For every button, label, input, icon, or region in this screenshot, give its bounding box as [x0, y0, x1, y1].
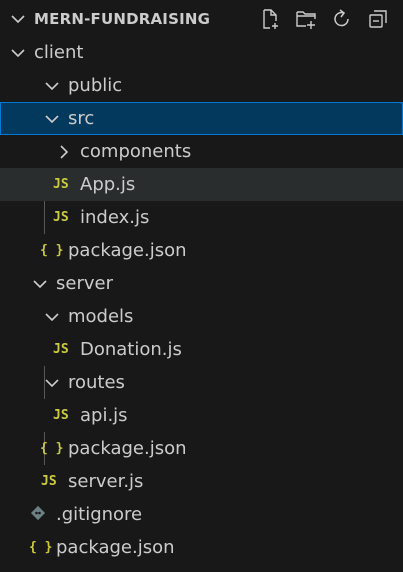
new-folder-icon[interactable] — [294, 7, 318, 31]
tree-folder-src[interactable]: src — [0, 102, 403, 135]
explorer-header[interactable]: MERN-FUNDRAISING — [0, 0, 403, 38]
tree-item-label: Donation.js — [80, 339, 182, 360]
tree-item-label: index.js — [80, 207, 150, 228]
tree-item-label: package.json — [56, 537, 175, 558]
javascript-file-icon: JS — [53, 342, 69, 357]
tree-item-label: package.json — [68, 438, 187, 459]
chevron-down-icon — [42, 76, 62, 96]
tree-file-root-package-json[interactable]: { } package.json — [0, 531, 403, 564]
tree-item-label: components — [80, 141, 192, 162]
tree-folder-public[interactable]: public — [0, 69, 403, 102]
tree-item-label: .gitignore — [56, 504, 143, 525]
javascript-file-icon: JS — [53, 408, 69, 423]
javascript-file-icon: JS — [41, 474, 57, 489]
tree-file-server-package-json[interactable]: { } package.json — [0, 432, 403, 465]
explorer-panel: MERN-FUNDRAISING client public src compo… — [0, 0, 403, 572]
tree-item-label: src — [68, 108, 95, 129]
javascript-file-icon: JS — [53, 210, 69, 225]
tree-file-index-js[interactable]: JS index.js — [0, 201, 403, 234]
chevron-down-icon — [8, 43, 28, 63]
tree-item-label: api.js — [80, 405, 128, 426]
tree-folder-components[interactable]: components — [0, 135, 403, 168]
tree-folder-models[interactable]: models — [0, 300, 403, 333]
json-file-icon: { } — [40, 441, 64, 456]
chevron-right-icon — [54, 142, 74, 162]
json-file-icon: { } — [40, 243, 64, 258]
tree-item-label: package.json — [68, 240, 187, 261]
chevron-down-icon — [30, 274, 50, 294]
refresh-icon[interactable] — [330, 7, 354, 31]
tree-file-donation-js[interactable]: JS Donation.js — [0, 333, 403, 366]
chevron-down-icon[interactable] — [8, 9, 28, 29]
tree-item-label: public — [68, 75, 123, 96]
javascript-file-icon: JS — [53, 177, 69, 192]
explorer-actions — [258, 7, 390, 31]
new-file-icon[interactable] — [258, 7, 282, 31]
tree-file-client-package-json[interactable]: { } package.json — [0, 234, 403, 267]
tree-item-label: App.js — [80, 174, 136, 195]
chevron-down-icon — [42, 373, 62, 393]
chevron-down-icon — [42, 307, 62, 327]
tree-file-api-js[interactable]: JS api.js — [0, 399, 403, 432]
tree-folder-client[interactable]: client — [0, 36, 403, 69]
tree-folder-server[interactable]: server — [0, 267, 403, 300]
tree-folder-routes[interactable]: routes — [0, 366, 403, 399]
tree-file-app-js[interactable]: JS App.js — [0, 168, 403, 201]
json-file-icon: { } — [29, 540, 53, 555]
tree-file-server-js[interactable]: JS server.js — [0, 465, 403, 498]
tree-file-gitignore[interactable]: .gitignore — [0, 498, 403, 531]
workspace-title: MERN-FUNDRAISING — [34, 10, 211, 28]
git-diamond-icon — [30, 505, 46, 523]
tree-item-label: server — [56, 273, 113, 294]
chevron-down-icon — [42, 109, 62, 129]
tree-item-label: client — [34, 42, 84, 63]
tree-item-label: models — [68, 306, 134, 327]
tree-item-label: routes — [68, 372, 125, 393]
collapse-all-icon[interactable] — [366, 7, 390, 31]
file-tree: client public src components JS App.js J… — [0, 36, 403, 564]
tree-item-label: server.js — [68, 471, 144, 492]
